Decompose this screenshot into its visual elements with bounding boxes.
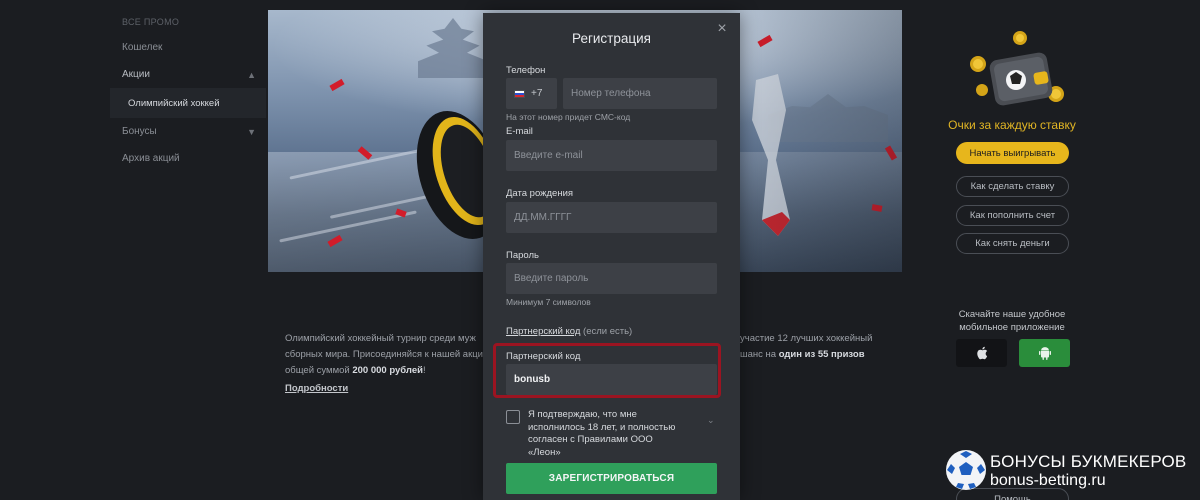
sidebar-item-label: Кошелек — [122, 42, 163, 53]
promo-details-link[interactable]: Подробности — [285, 383, 348, 394]
password-label: Пароль — [506, 250, 539, 261]
password-input[interactable]: Введите пароль — [506, 263, 717, 294]
promo-description-line: Олимпийский хоккейный турнир среди муж — [285, 333, 476, 344]
sidebar-item-wallet[interactable]: Кошелек — [110, 34, 266, 61]
watermark-url: bonus-betting.ru — [990, 472, 1106, 489]
register-button[interactable]: ЗАРЕГИСТРИРОВАТЬСЯ — [506, 463, 717, 494]
age-consent-checkbox[interactable] — [506, 410, 520, 424]
sidebar-item-label: Архив акций — [122, 153, 180, 164]
sidebar-item-label: Акции — [122, 69, 150, 80]
watermark-logo: БОНУСЫ БУКМЕКЕРОВ bonus-betting.ru — [946, 448, 1196, 498]
points-title: Очки за каждую ставку — [948, 118, 1076, 132]
banner-fade — [722, 10, 902, 272]
chevron-down-icon[interactable]: ⌄ — [707, 415, 715, 426]
age-consent-text: Я подтверждаю, что мне исполнилось 18 ле… — [528, 409, 676, 458]
soccer-ball-icon — [946, 450, 986, 490]
phone-hint: На этот номер придет СМС-код — [506, 112, 631, 122]
chevron-up-icon: ▲ — [247, 69, 256, 80]
android-icon — [1038, 347, 1051, 360]
promo-description-line: шанс на один из 55 призов — [740, 349, 865, 360]
android-app-button[interactable] — [1019, 339, 1070, 367]
email-input[interactable]: Введите e-mail — [506, 140, 717, 171]
birthdate-label: Дата рождения — [506, 188, 574, 199]
partner-code-note: (если есть) — [583, 326, 633, 337]
right-panel: Очки за каждую ставку Начать выигрывать … — [938, 10, 1086, 500]
sidebar-item-label: Олимпийский хоккей — [128, 97, 220, 109]
sidebar-heading: ВСЕ ПРОМО — [122, 17, 180, 27]
partner-code-toggle[interactable]: Партнерский код (если есть) — [506, 326, 632, 337]
email-label: E-mail — [506, 126, 533, 137]
phone-input[interactable]: Номер телефона — [563, 78, 717, 109]
start-winning-button[interactable]: Начать выигрывать — [956, 142, 1069, 164]
how-to-withdraw-button[interactable]: Как снять деньги — [956, 233, 1069, 254]
country-code-value: +7 — [531, 88, 543, 99]
birthdate-input[interactable]: ДД.ММ.ГГГГ — [506, 202, 717, 233]
how-to-bet-button[interactable]: Как сделать ставку — [956, 176, 1069, 197]
promo-description-right: участие 12 лучших хоккейный шанс на один… — [740, 331, 890, 363]
ios-app-button[interactable] — [956, 339, 1007, 367]
registration-modal: Регистрация × Телефон +7 Номер телефона … — [483, 13, 740, 500]
sidebar-item-archive[interactable]: Архив акций — [110, 145, 266, 172]
sidebar-item-bonuses[interactable]: Бонусы ▼ — [110, 118, 266, 145]
sidebar-item-olympic-hockey[interactable]: Олимпийский хоккей — [110, 88, 266, 118]
phone-label: Телефон — [506, 65, 546, 76]
promo-description-left: Олимпийский хоккейный турнир среди муж с… — [285, 331, 493, 379]
promo-description-line: общей суммой 200 000 рублей! — [285, 365, 426, 376]
wallet-coins-icon — [970, 31, 1064, 106]
russia-flag-icon — [514, 89, 525, 98]
partner-code-highlight — [493, 343, 721, 398]
country-code-select[interactable]: +7 — [506, 78, 557, 109]
app-download-title: Скачайте наше удобное мобильное приложен… — [958, 309, 1066, 333]
password-hint: Минимум 7 символов — [506, 297, 591, 307]
modal-title: Регистрация — [572, 31, 651, 46]
promo-sidebar: ВСЕ ПРОМО Кошелек Акции ▲ Олимпийский хо… — [110, 10, 266, 172]
promo-description-line: сборных мира. Присоединяйся к нашей акци — [285, 349, 483, 360]
sidebar-item-promotions[interactable]: Акции ▲ — [110, 61, 266, 88]
apple-icon — [976, 346, 987, 360]
promo-description-line: участие 12 лучших хоккейный — [740, 333, 873, 344]
close-icon[interactable]: × — [714, 21, 730, 37]
how-to-deposit-button[interactable]: Как пополнить счет — [956, 205, 1069, 226]
watermark-title: БОНУСЫ БУКМЕКЕРОВ — [990, 452, 1187, 471]
chevron-down-icon: ▼ — [247, 126, 256, 137]
sidebar-item-label: Бонусы — [122, 126, 157, 137]
partner-code-link[interactable]: Партнерский код — [506, 326, 580, 337]
